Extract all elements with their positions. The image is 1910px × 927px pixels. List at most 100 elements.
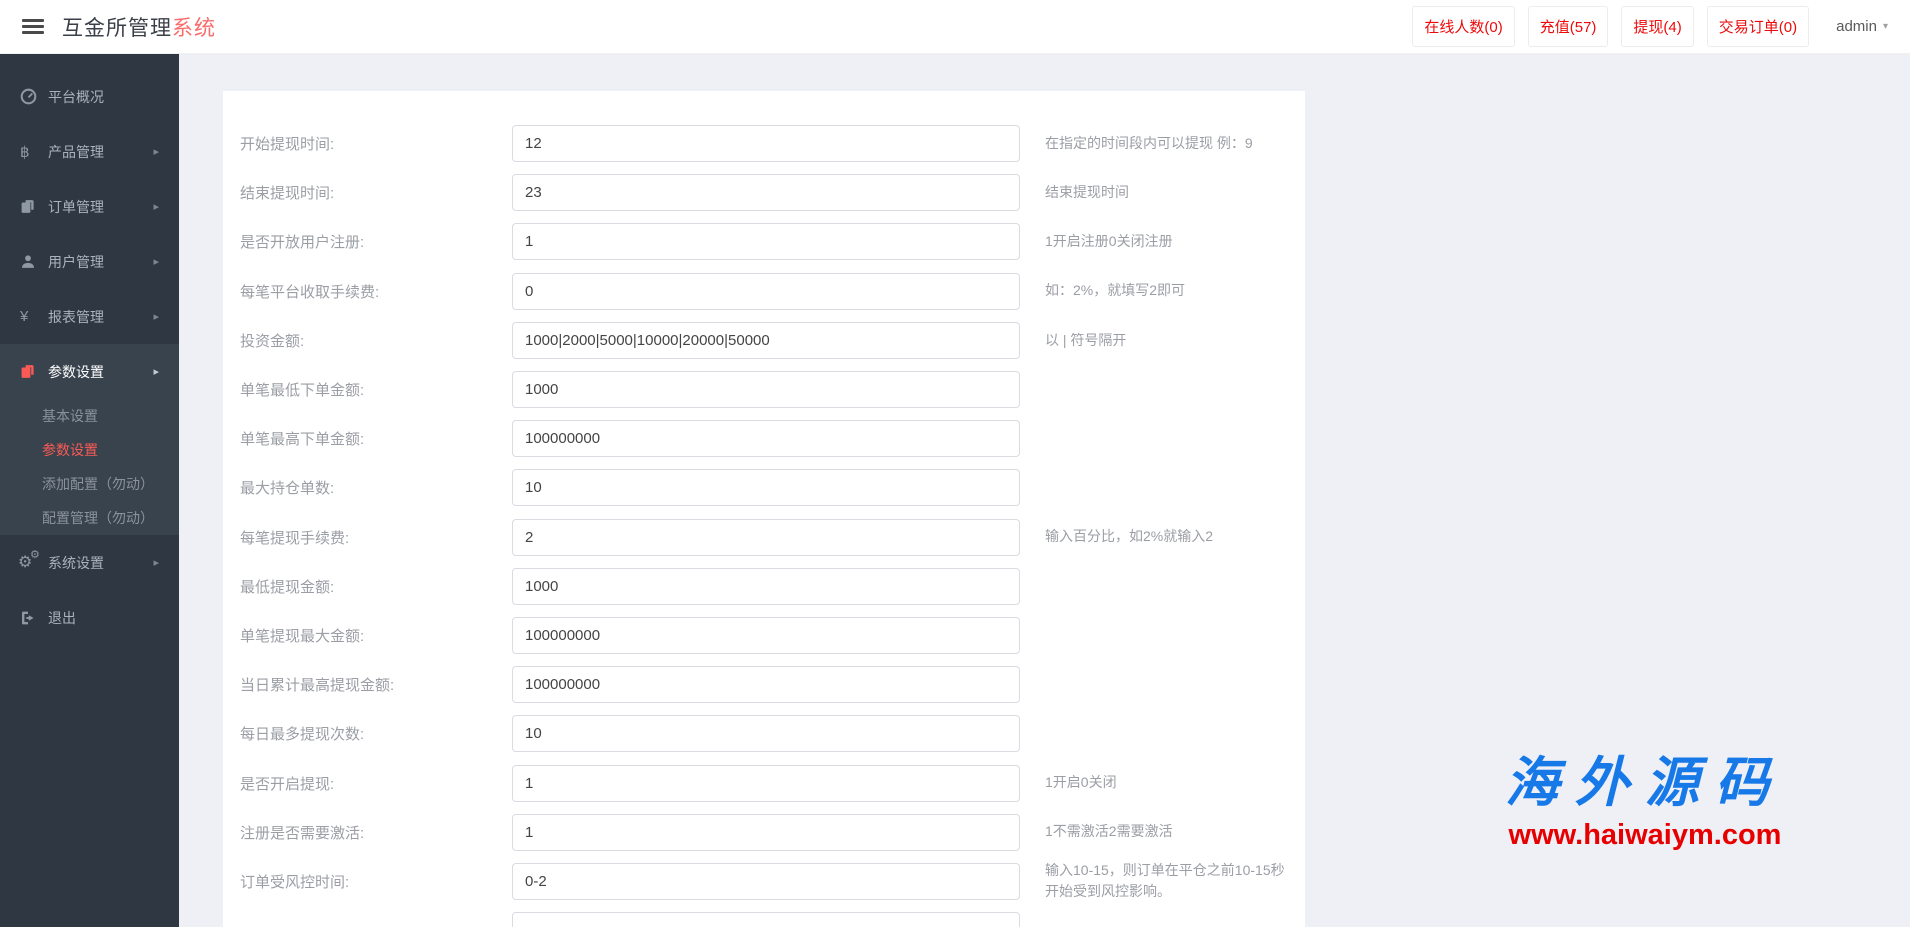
- sidebar-item-users[interactable]: 用户管理 ▸: [0, 234, 179, 289]
- caret-right-icon: ▸: [153, 255, 159, 268]
- watermark-url: www.haiwaiym.com: [1475, 819, 1815, 852]
- field-label: 结束提现时间:: [240, 182, 512, 203]
- sidebar-item-params[interactable]: 参数设置 ▸: [0, 344, 179, 399]
- field-input[interactable]: [512, 273, 1020, 310]
- app-title-main: 互金所管理: [62, 17, 172, 40]
- sidebar-item-label: 参数设置: [48, 362, 104, 382]
- params-form: 开始提现时间: 在指定的时间段内可以提现 例：9 结束提现时间: 结束提现时间 …: [223, 91, 1305, 927]
- sidebar-item-system-settings[interactable]: ⚙⚙ 系统设置 ▸: [0, 535, 179, 590]
- sidebar-item-products[interactable]: ฿ 产品管理 ▸: [0, 124, 179, 179]
- field-input[interactable]: [512, 519, 1020, 556]
- field-input[interactable]: [512, 125, 1020, 162]
- field-input[interactable]: [512, 174, 1020, 211]
- caret-right-icon: ▸: [153, 365, 159, 378]
- sidebar-subitem-add-config[interactable]: 添加配置（勿动）: [0, 467, 179, 501]
- gauge-icon: [20, 88, 46, 105]
- settings-card: 开始提现时间: 在指定的时间段内可以提现 例：9 结束提现时间: 结束提现时间 …: [223, 91, 1305, 927]
- sidebar-subitem-config-manage[interactable]: 配置管理（勿动）: [0, 501, 179, 535]
- sidebar-subitem-basic-settings[interactable]: 基本设置: [0, 399, 179, 433]
- sidebar-subitem-label: 配置管理（勿动）: [42, 508, 154, 528]
- field-input[interactable]: [512, 715, 1020, 752]
- form-row-max-withdraw-amount: 单笔提现最大金额:: [223, 611, 1305, 660]
- sidebar-item-label: 平台概况: [48, 87, 104, 107]
- field-label: 当日累计最高提现金额:: [240, 674, 512, 695]
- app-title-accent: 系统: [172, 17, 216, 40]
- field-label: 最大持仓单数:: [240, 477, 512, 498]
- caret-right-icon: ▸: [153, 145, 159, 158]
- header-stats: 在线人数(0) 充值(57) 提现(4) 交易订单(0) admin ▾: [1412, 6, 1894, 47]
- chevron-down-icon: ▾: [1883, 21, 1888, 32]
- form-row-daily-withdraw-times: 每日最多提现次数:: [223, 709, 1305, 758]
- sidebar-item-label: 报表管理: [48, 307, 104, 327]
- field-input[interactable]: [512, 371, 1020, 408]
- field-input[interactable]: [512, 420, 1020, 457]
- form-row-max-order-amount: 单笔最高下单金额:: [223, 414, 1305, 463]
- field-hint: 1开启注册0关闭注册: [1045, 231, 1297, 253]
- field-hint: 如：2%，就填写2即可: [1045, 280, 1297, 302]
- form-row-register-activation: 注册是否需要激活: 1不需激活2需要激活: [223, 808, 1305, 857]
- form-row-max-positions: 最大持仓单数:: [223, 463, 1305, 512]
- form-row-daily-max-withdraw: 当日累计最高提现金额:: [223, 660, 1305, 709]
- sidebar-subitem-label: 参数设置: [42, 440, 98, 460]
- bitcoin-icon: ฿: [20, 143, 46, 161]
- sidebar-item-label: 用户管理: [48, 252, 104, 272]
- field-input[interactable]: [512, 568, 1020, 605]
- field-input[interactable]: [512, 814, 1020, 851]
- menu-toggle-icon[interactable]: [22, 16, 44, 37]
- sidebar-item-dashboard[interactable]: 平台概况: [0, 69, 179, 124]
- sidebar: 平台概况 ฿ 产品管理 ▸ 订单管理 ▸ 用户管理 ▸ ¥ 报表管理 ▸: [0, 54, 179, 927]
- trade-orders-button[interactable]: 交易订单(0): [1707, 6, 1809, 47]
- form-row-start-withdraw-time: 开始提现时间: 在指定的时间段内可以提现 例：9: [223, 119, 1305, 168]
- caret-right-icon: ▸: [153, 556, 159, 569]
- field-label: 开始提现时间:: [240, 133, 512, 154]
- sidebar-item-orders[interactable]: 订单管理 ▸: [0, 179, 179, 234]
- sidebar-item-label: 退出: [48, 608, 76, 628]
- header: 互金所管理系统 在线人数(0) 充值(57) 提现(4) 交易订单(0) adm…: [0, 0, 1910, 54]
- form-row-min-order-amount: 单笔最低下单金额:: [223, 365, 1305, 414]
- field-hint: 结束提现时间: [1045, 182, 1297, 204]
- form-row-risk-control-time: 订单受风控时间: 输入10-15，则订单在平仓之前10-15秒开始受到风控影响。: [223, 857, 1305, 906]
- watermark-logo-text: 海外源码: [1475, 738, 1815, 817]
- field-input[interactable]: [512, 322, 1020, 359]
- user-icon: [20, 253, 46, 270]
- withdraw-button[interactable]: 提现(4): [1621, 6, 1693, 47]
- form-row-open-register: 是否开放用户注册: 1开启注册0关闭注册: [223, 217, 1305, 266]
- field-label: 单笔最高下单金额:: [240, 428, 512, 449]
- field-input[interactable]: [512, 617, 1020, 654]
- field-label: 投资金额:: [240, 330, 512, 351]
- field-label: 是否开启提现:: [240, 773, 512, 794]
- field-input[interactable]: [512, 912, 1020, 927]
- field-input[interactable]: [512, 666, 1020, 703]
- sidebar-item-label: 产品管理: [48, 142, 104, 162]
- field-label: 单笔最低下单金额:: [240, 379, 512, 400]
- logout-icon: [20, 610, 46, 626]
- files-icon: [20, 198, 46, 215]
- field-hint: 1不需激活2需要激活: [1045, 821, 1297, 843]
- recharge-button[interactable]: 充值(57): [1528, 6, 1609, 47]
- field-label: 注册是否需要激活:: [240, 822, 512, 843]
- caret-right-icon: ▸: [153, 200, 159, 213]
- field-input[interactable]: [512, 223, 1020, 260]
- sidebar-item-logout[interactable]: 退出: [0, 590, 179, 645]
- user-dropdown[interactable]: admin ▾: [1830, 9, 1894, 44]
- sidebar-item-label: 订单管理: [48, 197, 104, 217]
- caret-right-icon: ▸: [153, 310, 159, 323]
- sidebar-subitem-param-settings[interactable]: 参数设置: [0, 433, 179, 467]
- field-label: 每日最多提现次数:: [240, 723, 512, 744]
- online-users-button[interactable]: 在线人数(0): [1412, 6, 1514, 47]
- field-hint: 输入百分比，如2%就输入2: [1045, 526, 1297, 548]
- field-hint: 1开启0关闭: [1045, 772, 1297, 794]
- sidebar-group-params: 参数设置 ▸ 基本设置 参数设置 添加配置（勿动） 配置管理（勿动）: [0, 344, 179, 535]
- field-label: 每笔平台收取手续费:: [240, 281, 512, 302]
- sidebar-item-label: 系统设置: [48, 553, 104, 573]
- field-input[interactable]: [512, 469, 1020, 506]
- field-input[interactable]: [512, 863, 1020, 900]
- field-hint: 以 | 符号隔开: [1045, 330, 1297, 352]
- form-row-invest-amounts: 投资金额: 以 | 符号隔开: [223, 316, 1305, 365]
- sidebar-subitem-label: 基本设置: [42, 406, 98, 426]
- field-hint: 在指定的时间段内可以提现 例：9: [1045, 133, 1297, 155]
- form-row-withdraw-fee: 每笔提现手续费: 输入百分比，如2%就输入2: [223, 513, 1305, 562]
- sidebar-subitem-label: 添加配置（勿动）: [42, 474, 154, 494]
- field-input[interactable]: [512, 765, 1020, 802]
- sidebar-item-reports[interactable]: ¥ 报表管理 ▸: [0, 289, 179, 344]
